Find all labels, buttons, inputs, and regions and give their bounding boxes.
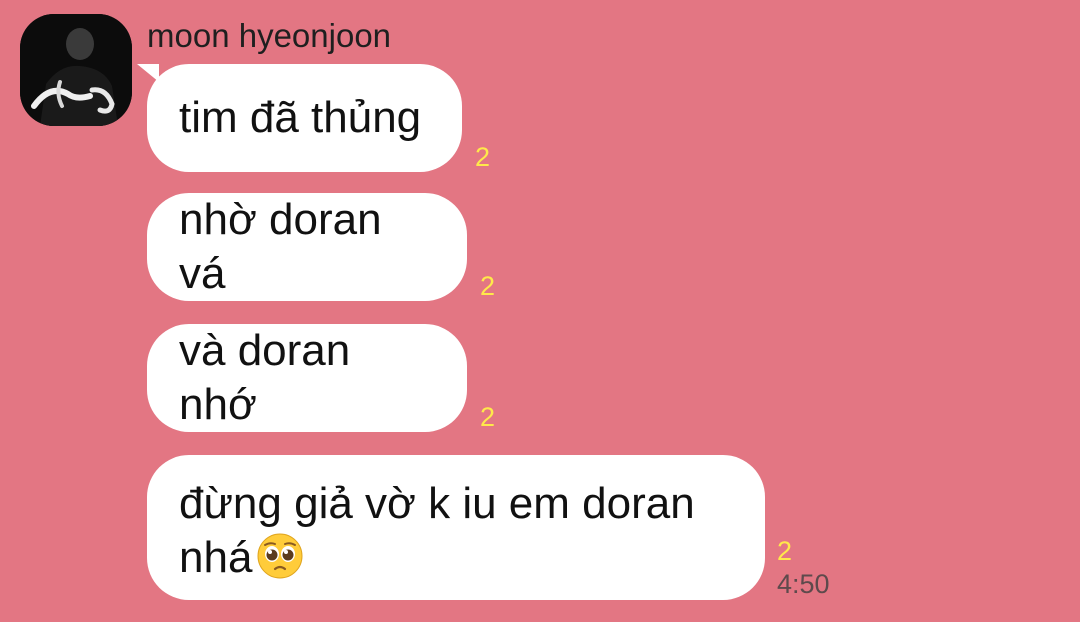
message-text: và doran nhớ <box>179 326 351 429</box>
message-text: nhờ doran vá <box>179 195 382 298</box>
message-text: đừng giả vờ k iu em doran nhá <box>179 477 695 585</box>
sender-name: moon hyeonjoon <box>147 17 392 54</box>
unread-count-1: 2 <box>475 142 491 172</box>
unread-count-3: 2 <box>480 402 496 432</box>
pleading-face-emoji <box>257 533 303 579</box>
unread-count-4: 2 <box>777 536 793 566</box>
message-text: tim đã thủng <box>179 93 422 142</box>
profile-photo-avatar <box>20 14 132 126</box>
message-bubble-2[interactable]: nhờ doran vá <box>147 193 467 301</box>
message-timestamp: 4:50 <box>777 569 830 599</box>
message-bubble-4[interactable]: đừng giả vờ k iu em doran nhá <box>147 455 765 600</box>
message-bubble-1[interactable]: tim đã thủng <box>147 64 462 172</box>
sender-avatar[interactable] <box>20 14 132 126</box>
message-line-2: nhá <box>179 531 695 585</box>
message-bubble-3[interactable]: và doran nhớ <box>147 324 467 432</box>
unread-count-2: 2 <box>480 271 496 301</box>
message-line-2-text: nhá <box>179 533 253 582</box>
message-line-1: đừng giả vờ k iu em doran <box>179 479 695 528</box>
